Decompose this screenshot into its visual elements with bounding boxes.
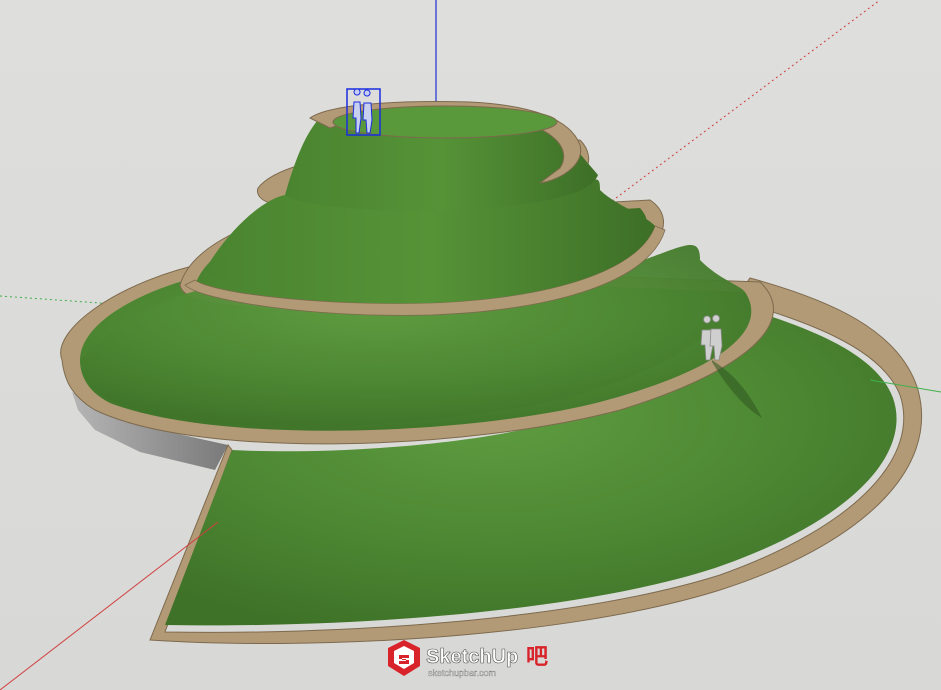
model-viewport[interactable]: SketchUp 吧 sketchupbar.com xyxy=(0,0,941,690)
watermark-brand: SketchUp xyxy=(426,646,518,668)
watermark-url: sketchupbar.com xyxy=(428,668,496,678)
watermark: SketchUp 吧 sketchupbar.com xyxy=(386,636,556,684)
sketchup-logo-icon xyxy=(388,640,420,676)
watermark-suffix: 吧 xyxy=(526,645,548,670)
red-axis-back xyxy=(599,0,881,211)
scene-canvas[interactable] xyxy=(0,0,941,690)
